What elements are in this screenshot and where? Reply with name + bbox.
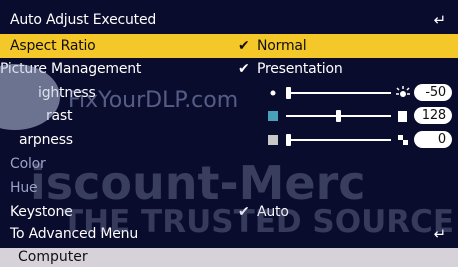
menu-item-label: Hue bbox=[10, 180, 38, 196]
check-icon: ✔ bbox=[238, 61, 250, 77]
brightness-value: -50 bbox=[414, 84, 452, 101]
contrast-high-icon bbox=[398, 111, 407, 122]
check-icon: ✔ bbox=[238, 38, 250, 54]
sharpness-low-icon bbox=[268, 135, 278, 145]
brightness-low-icon bbox=[270, 90, 276, 96]
menu-item-contrast[interactable]: rast 128 bbox=[0, 104, 458, 128]
menu-item-aspect-ratio[interactable]: Aspect Ratio ✔ Normal bbox=[0, 34, 458, 58]
menu-item-label: Aspect Ratio bbox=[10, 38, 96, 54]
projector-osd-menu: Auto Adjust Executed ↵ Aspect Ratio ✔ No… bbox=[0, 0, 458, 267]
menu-item-label: To Advanced Menu bbox=[10, 226, 139, 242]
contrast-value: 128 bbox=[414, 107, 452, 124]
sharpness-slider[interactable] bbox=[286, 139, 391, 141]
menu-item-color: Color bbox=[0, 152, 458, 176]
brightness-slider[interactable] bbox=[286, 92, 391, 94]
brightness-high-icon bbox=[396, 86, 410, 97]
brightness-slider-knob[interactable] bbox=[286, 87, 291, 99]
menu-item-label: Auto Adjust Executed bbox=[10, 12, 157, 28]
menu-item-label: Color bbox=[10, 156, 46, 172]
menu-item-hue: Hue bbox=[0, 176, 458, 200]
input-source-bar: Computer bbox=[0, 248, 458, 267]
menu-item-label: Picture Management bbox=[0, 61, 142, 77]
enter-icon: ↵ bbox=[433, 11, 447, 29]
menu-item-picture-management[interactable]: Picture Management ✔ Presentation bbox=[0, 57, 458, 81]
menu-item-advanced[interactable]: To Advanced Menu ↵ bbox=[0, 222, 458, 246]
menu-item-brightness[interactable]: ightness -50 bbox=[0, 81, 458, 105]
sharpness-high-icon bbox=[398, 135, 408, 145]
sharpness-slider-knob[interactable] bbox=[286, 134, 291, 146]
menu-item-value: Presentation bbox=[257, 61, 343, 77]
contrast-slider-knob[interactable] bbox=[336, 110, 341, 122]
menu-item-keystone[interactable]: Keystone ✔ Auto bbox=[0, 200, 458, 224]
menu-item-value: Normal bbox=[257, 38, 307, 54]
menu-item-label: rast bbox=[46, 108, 73, 124]
input-source-label: Computer bbox=[18, 249, 88, 265]
menu-item-sharpness[interactable]: arpness 0 bbox=[0, 128, 458, 152]
menu-item-label: arpness bbox=[19, 132, 73, 148]
check-icon: ✔ bbox=[238, 204, 250, 220]
enter-icon: ↵ bbox=[433, 225, 447, 243]
menu-item-label: Keystone bbox=[10, 204, 73, 220]
menu-item-value: Auto bbox=[257, 204, 289, 220]
menu-item-auto-adjust[interactable]: Auto Adjust Executed ↵ bbox=[0, 8, 458, 32]
contrast-low-icon bbox=[268, 111, 278, 121]
sharpness-value: 0 bbox=[414, 131, 452, 148]
menu-item-label: ightness bbox=[38, 85, 96, 101]
